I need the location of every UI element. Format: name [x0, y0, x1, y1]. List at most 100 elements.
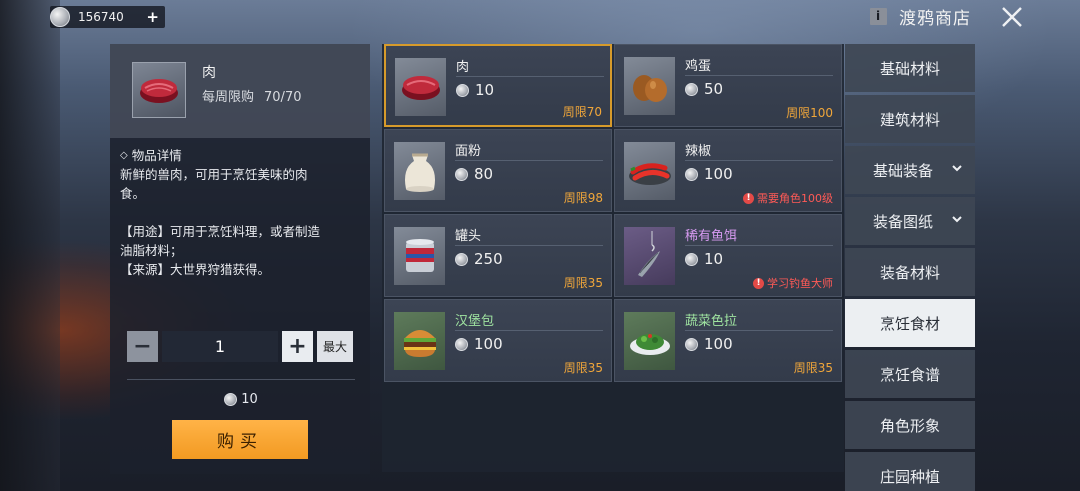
requirement-warning: ! 学习钓鱼大师: [753, 275, 833, 291]
decrease-quantity-button[interactable]: −: [127, 331, 158, 362]
description-line: 食。: [120, 186, 146, 201]
weekly-limit-label: 周限70: [562, 105, 602, 119]
limit-label: 每周限购: [202, 90, 255, 105]
item-card-burger[interactable]: 汉堡包 100 周限35: [384, 299, 612, 382]
egg-icon: [624, 57, 675, 115]
category-cooking-recipes[interactable]: 烹饪食谱: [845, 350, 975, 398]
close-icon: [1002, 7, 1022, 27]
category-sidebar: 基础材料 建筑材料 基础装备 装备图纸 装备材料 烹饪食材 烹饪食谱 角色形象 …: [845, 44, 975, 491]
divider: [127, 379, 355, 380]
item-price: 250: [455, 250, 503, 268]
category-basic-equipment[interactable]: 基础装备: [845, 146, 975, 194]
divider: [455, 160, 603, 161]
item-price-value: 10: [704, 250, 724, 268]
description-line: [120, 203, 360, 222]
category-label: 角色形象: [879, 416, 940, 435]
coin-icon: [50, 7, 70, 27]
item-card-chili[interactable]: 辣椒 100 ! 需要角色100级: [614, 129, 842, 212]
flour-icon: [394, 142, 445, 200]
divider: [685, 330, 833, 331]
category-label: 庄园种植: [879, 467, 940, 486]
category-label: 基础装备: [872, 161, 933, 180]
item-card-can[interactable]: 罐头 250 周限35: [384, 214, 612, 297]
currency-amount: 156740: [78, 10, 124, 24]
item-name: 鸡蛋: [685, 59, 712, 74]
item-price-value: 250: [474, 250, 503, 268]
detail-header: 肉 每周限购 70/70: [110, 44, 370, 138]
item-price-value: 80: [474, 165, 494, 183]
category-label: 烹饪食谱: [879, 365, 940, 384]
category-manor-planting[interactable]: 庄园种植: [845, 452, 975, 491]
item-price-value: 100: [704, 335, 733, 353]
shop-title: 渡鸦商店: [899, 8, 971, 29]
item-price: 100: [685, 165, 733, 183]
item-card-egg[interactable]: 鸡蛋 50 周限100: [614, 44, 842, 127]
item-price-value: 100: [704, 165, 733, 183]
category-equipment-materials[interactable]: 装备材料: [845, 248, 975, 296]
coin-icon: [456, 83, 469, 97]
coin-icon: [224, 393, 238, 406]
description-heading-text: 物品详情: [131, 148, 182, 163]
weekly-limit-label: 周限35: [563, 361, 603, 375]
description-line: 油脂材料；: [120, 243, 183, 258]
add-currency-button[interactable]: +: [146, 8, 159, 26]
coin-icon: [685, 337, 698, 351]
item-card-salad[interactable]: 蔬菜色拉 100 周限35: [614, 299, 842, 382]
category-cooking-ingredients[interactable]: 烹饪食材: [845, 299, 975, 347]
item-name: 肉: [456, 60, 470, 75]
divider: [455, 330, 603, 331]
burger-icon: [394, 312, 445, 370]
item-price: 50: [685, 80, 723, 98]
item-name: 汉堡包: [455, 314, 495, 329]
chevron-down-icon: [952, 216, 962, 223]
item-price: 100: [455, 335, 503, 353]
description-line: 新鲜的兽肉，可用于烹饪美味的肉: [120, 167, 308, 182]
meat-icon: [395, 58, 446, 116]
coin-icon: [455, 167, 468, 181]
max-quantity-button[interactable]: 最大: [317, 331, 353, 362]
limit-value: 70/70: [264, 90, 302, 105]
divider: [685, 245, 833, 246]
item-card-rare-bait[interactable]: 稀有鱼饵 10 ! 学习钓鱼大师: [614, 214, 842, 297]
background-tree: [0, 0, 60, 491]
info-icon[interactable]: i: [870, 7, 887, 25]
category-label: 烹饪食材: [879, 314, 940, 333]
description-line: 【来源】大世界狩猎获得。: [120, 262, 271, 277]
requirement-warning: ! 需要角色100级: [743, 190, 833, 206]
can-icon: [394, 227, 445, 285]
salad-icon: [624, 312, 675, 370]
category-label: 基础材料: [879, 59, 940, 78]
item-card-flour[interactable]: 面粉 80 周限98: [384, 129, 612, 212]
item-card-meat[interactable]: 肉 10 周限70: [384, 44, 612, 127]
buy-button[interactable]: 购买: [172, 420, 308, 459]
category-basic-materials[interactable]: 基础材料: [845, 44, 975, 92]
quantity-stepper: − + 最大: [127, 331, 353, 362]
weekly-limit-label: 周限98: [563, 191, 603, 205]
close-button[interactable]: [999, 4, 1025, 30]
coin-icon: [455, 252, 468, 266]
divider: [456, 76, 604, 77]
description-heading: ◇ 物品详情: [120, 146, 360, 165]
category-equipment-blueprints[interactable]: 装备图纸: [845, 197, 975, 245]
currency-bar: 156740 +: [50, 6, 165, 28]
divider: [685, 160, 833, 161]
item-name: 蔬菜色拉: [685, 314, 738, 329]
quantity-input[interactable]: [162, 331, 278, 362]
item-price: 100: [685, 335, 733, 353]
item-price: 10: [685, 250, 723, 268]
detail-purchase-limit: 每周限购 70/70: [202, 86, 301, 105]
warning-icon: !: [753, 277, 764, 289]
increase-quantity-button[interactable]: +: [282, 331, 313, 362]
coin-icon: [685, 82, 698, 96]
item-name: 稀有鱼饵: [685, 229, 738, 244]
item-price-value: 10: [475, 81, 495, 99]
item-name: 罐头: [455, 229, 482, 244]
category-label: 装备材料: [879, 263, 940, 282]
divider: [685, 75, 833, 76]
category-building-materials[interactable]: 建筑材料: [845, 95, 975, 143]
item-price: 10: [456, 81, 494, 99]
category-character-appearance[interactable]: 角色形象: [845, 401, 975, 449]
item-price-value: 100: [474, 335, 503, 353]
item-price: 80: [455, 165, 493, 183]
coin-icon: [685, 167, 698, 181]
